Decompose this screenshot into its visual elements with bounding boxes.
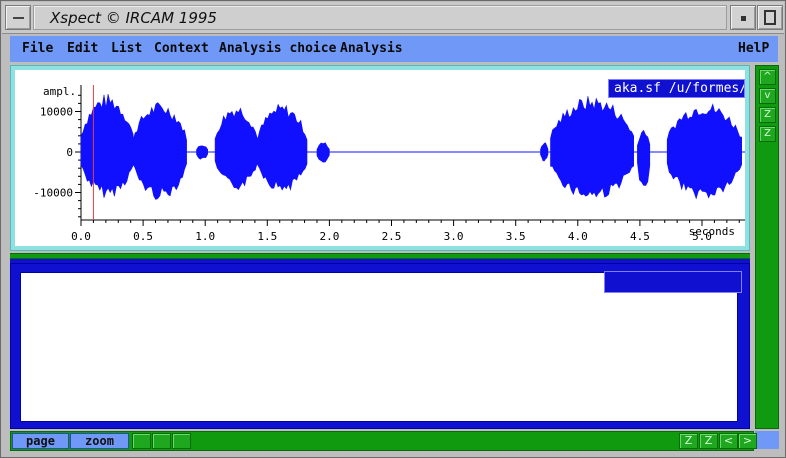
scroll-segment[interactable]: [132, 433, 151, 449]
window-menu-button[interactable]: [5, 5, 31, 30]
menu-list[interactable]: List: [111, 41, 142, 56]
analysis-panel: [10, 263, 750, 429]
waveform-segment: [637, 129, 651, 186]
menu-context[interactable]: Context: [154, 41, 209, 56]
zoom-button[interactable]: zoom: [70, 433, 129, 449]
waveform-segment: [132, 102, 187, 200]
menu-analysis-choice[interactable]: Analysis choice: [219, 41, 336, 56]
vertical-scrollbar[interactable]: ^ v Z Z: [755, 65, 779, 429]
page-button[interactable]: page: [12, 433, 69, 449]
waveform-segment: [214, 107, 258, 190]
analysis-view[interactable]: [20, 272, 738, 422]
maximize-button[interactable]: [757, 5, 783, 30]
y-axis-label: ampl.: [43, 85, 76, 98]
horizontal-zoom-out-button[interactable]: Z: [699, 433, 718, 449]
waveform-panel: ampl. 10000 0 -10000 0.0 0.5 1.0 1.5 2.0 2.5 3.0 3.…: [10, 65, 750, 251]
x-tick-label: 2.5: [382, 230, 402, 243]
waveform-segment: [666, 103, 743, 200]
waveform-segment: [550, 96, 635, 198]
menu-file[interactable]: File: [22, 41, 53, 56]
x-tick-label: 0.0: [71, 230, 91, 243]
y-tick-label: 10000: [40, 106, 73, 119]
menu-bar: File Edit List Context Analysis choice A…: [10, 36, 778, 62]
menu-help[interactable]: HelP: [738, 41, 769, 56]
horizontal-scrollbar[interactable]: page zoom Z Z < >: [10, 431, 757, 451]
waveform-segment: [257, 103, 308, 191]
scroll-left-button[interactable]: <: [719, 433, 738, 449]
vertical-zoom-in-button[interactable]: Z: [759, 107, 776, 123]
x-axis-label: seconds: [689, 225, 735, 238]
title-bar: Xspect © IRCAM 1995: [2, 2, 784, 34]
waveform-segment: [540, 142, 549, 162]
horizontal-zoom-in-button[interactable]: Z: [679, 433, 698, 449]
x-tick-label: 3.5: [506, 230, 526, 243]
scroll-segment[interactable]: [152, 433, 171, 449]
waveform-segment: [196, 145, 208, 160]
analysis-label: [604, 271, 742, 293]
y-tick-label: -10000: [33, 187, 73, 200]
y-tick-label: 0: [66, 146, 73, 159]
x-tick-label: 4.0: [568, 230, 588, 243]
waveform-segment: [316, 142, 330, 163]
scroll-down-button[interactable]: v: [759, 88, 776, 104]
title-field[interactable]: Xspect © IRCAM 1995: [33, 5, 727, 30]
scroll-right-button[interactable]: >: [738, 433, 757, 449]
file-label[interactable]: aka.sf /u/formes/r: [608, 79, 745, 98]
xspect-window: Xspect © IRCAM 1995 File Edit List Conte…: [0, 0, 786, 458]
menu-edit[interactable]: Edit: [67, 41, 98, 56]
x-tick-label: 4.5: [630, 230, 650, 243]
maximize-icon: [764, 10, 776, 25]
x-tick-label: 1.0: [195, 230, 215, 243]
x-tick-label: 3.0: [444, 230, 464, 243]
window-title: Xspect © IRCAM 1995: [50, 9, 217, 27]
x-tick-label: 0.5: [133, 230, 153, 243]
x-tick-label: 1.5: [257, 230, 277, 243]
waveform-view[interactable]: ampl. 10000 0 -10000 0.0 0.5 1.0 1.5 2.0 2.5 3.0 3.…: [15, 70, 745, 246]
scroll-up-button[interactable]: ^: [759, 69, 776, 85]
corner-box: [755, 431, 779, 449]
window-menu-icon: [13, 17, 24, 19]
x-tick-label: 2.0: [319, 230, 339, 243]
waveform-segment: [80, 94, 134, 198]
menu-analysis[interactable]: Analysis: [340, 41, 403, 56]
scroll-segment[interactable]: [172, 433, 191, 449]
vertical-zoom-out-button[interactable]: Z: [759, 126, 776, 142]
minimize-icon: [741, 16, 746, 21]
minimize-button[interactable]: [730, 5, 756, 30]
